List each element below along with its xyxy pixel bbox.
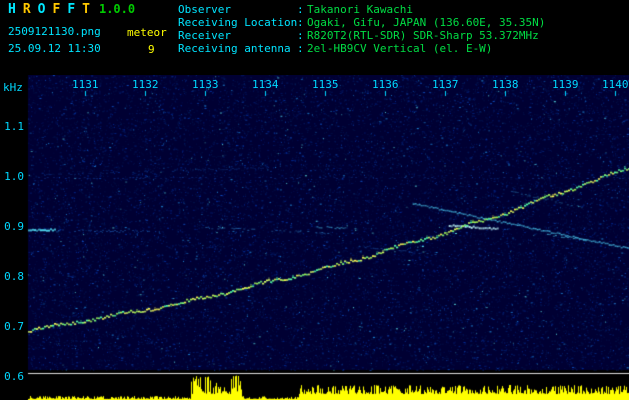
info-value: Ogaki, Gifu, JAPAN (136.60E, 35.35N) — [307, 16, 546, 29]
y-tick-label: 0.8 — [4, 270, 24, 283]
title-letter: H — [8, 2, 16, 17]
info-colon: : — [297, 3, 304, 16]
info-label: Observer — [178, 3, 231, 16]
hrofft-window: H R O F F T 1.0.0 2509121130.png meteor 25.09.… — [0, 0, 629, 400]
output-filename: 2509121130.png — [8, 25, 101, 38]
x-tick-label: 1131 — [72, 78, 99, 91]
spectrogram-panel: kHz 1.1 1.0 0.9 0.8 0.7 0.6 1131 1132 11… — [0, 75, 629, 400]
y-tick-label: 0.7 — [4, 320, 24, 333]
x-tick-label: 1140 — [602, 78, 629, 91]
x-tick-label: 1132 — [132, 78, 159, 91]
app-version: 1.0.0 — [98, 2, 136, 16]
info-row: Observer: Takanori Kawachi — [178, 3, 545, 16]
x-tick-label: 1137 — [432, 78, 459, 91]
x-tick-label: 1134 — [252, 78, 279, 91]
mode-label: meteor — [127, 26, 167, 39]
spectrogram-canvas — [0, 75, 629, 400]
app-title: H R O F F T 1.0.0 — [8, 2, 135, 17]
observation-datetime: 25.09.12 11:30 — [8, 42, 101, 55]
x-tick-label: 1136 — [372, 78, 399, 91]
info-value: Takanori Kawachi — [307, 3, 413, 16]
x-tick-label: 1139 — [552, 78, 579, 91]
info-row: Receiver: R820T2(RTL-SDR) SDR-Sharp 53.37… — [178, 29, 545, 42]
y-tick-label: 1.0 — [4, 170, 24, 183]
title-letter: R — [22, 2, 31, 17]
info-colon: : — [297, 42, 304, 55]
info-row: Receiving antenna:2el-HB9CV Vertical (el… — [178, 42, 545, 55]
info-colon: : — [297, 16, 304, 29]
title-letter: O — [37, 2, 46, 17]
x-tick-label: 1135 — [312, 78, 339, 91]
x-tick-label: 1138 — [492, 78, 519, 91]
observer-info-table: Observer: Takanori Kawachi Receiving Loca… — [178, 3, 545, 55]
y-tick-label: 0.6 — [4, 370, 24, 383]
y-tick-label: 0.9 — [4, 220, 24, 233]
title-letter: T — [82, 2, 90, 17]
title-letter: F — [67, 2, 76, 17]
title-letter: F — [52, 2, 61, 17]
x-tick-label: 1133 — [192, 78, 219, 91]
info-label: Receiving Location — [178, 16, 298, 29]
y-axis-unit: kHz — [3, 81, 23, 94]
y-tick-label: 1.1 — [4, 120, 24, 133]
info-colon: : — [297, 29, 304, 42]
echo-count: 9 — [148, 43, 155, 56]
info-row: Receiving Location: Ogaki, Gifu, JAPAN (1… — [178, 16, 545, 29]
info-value: R820T2(RTL-SDR) SDR-Sharp 53.372MHz — [307, 29, 539, 42]
info-label: Receiving antenna — [178, 42, 291, 55]
info-label: Receiver — [178, 29, 231, 42]
info-value: 2el-HB9CV Vertical (el. E-W) — [307, 42, 493, 55]
